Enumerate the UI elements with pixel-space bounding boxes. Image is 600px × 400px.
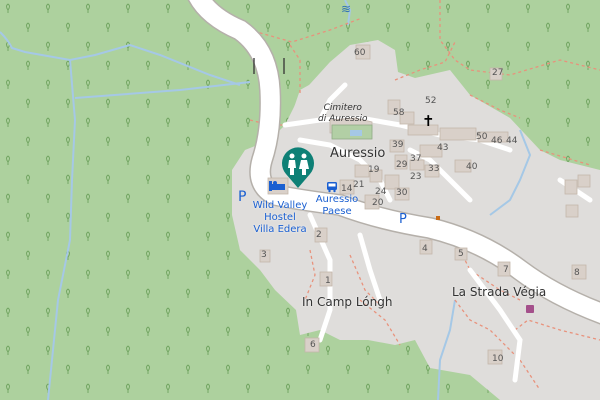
bus-stop-icon[interactable]	[326, 181, 338, 193]
house-number: 10	[492, 354, 504, 364]
hostel-label-line3: Villa Edera	[253, 224, 307, 235]
label-layer: ≋ 60 58 52 50 46 44 43 39 37 33 40 29 19…	[0, 0, 600, 400]
locality-label-strada: La Strada Végia	[452, 285, 547, 299]
parking-icon-road[interactable]: P	[399, 212, 407, 227]
map-view[interactable]: ≋ 60 58 52 50 46 44 43 39 37 33 40 29 19…	[0, 0, 600, 400]
house-number: 23	[410, 172, 422, 182]
house-number: 19	[368, 165, 380, 175]
house-number: 30	[396, 188, 408, 198]
house-number: 29	[396, 160, 408, 170]
road-marker	[436, 216, 440, 220]
hostel-label-line2: Hostel	[264, 212, 296, 223]
house-number: 7	[503, 265, 509, 275]
house-number: 39	[392, 140, 404, 150]
house-number: 58	[393, 108, 405, 118]
house-number: 1	[325, 276, 331, 286]
cemetery-label-line2: di Auressio	[318, 114, 368, 124]
house-number: 4	[422, 244, 428, 254]
house-number: 33	[428, 164, 440, 174]
house-number: 6	[310, 340, 316, 350]
house-number: 20	[372, 198, 384, 208]
hostel-label[interactable]: Wild Valley Hostel Villa Edera	[248, 200, 312, 236]
artwork-icon[interactable]	[526, 305, 534, 313]
cemetery-label: Cimitero di Auressio	[318, 103, 368, 125]
parking-icon-left[interactable]: P	[238, 189, 246, 205]
house-number: 24	[375, 187, 387, 197]
village-label: Auressio	[330, 146, 386, 161]
house-number: 46	[491, 136, 503, 146]
bus-stop-label[interactable]: Auressio Paese	[312, 194, 362, 218]
house-number: 37	[410, 154, 422, 164]
place-of-worship-icon: ✝	[422, 112, 435, 130]
waterway-icon: ≋	[340, 2, 352, 16]
house-number: 44	[506, 136, 518, 146]
locality-label-camp: In Camp Lóngh	[302, 295, 393, 309]
bus-stop-label-line1: Auressio	[315, 194, 359, 205]
hostel-label-line1: Wild Valley	[252, 200, 308, 211]
house-number: 21	[353, 180, 365, 190]
bus-stop-label-line2: Paese	[322, 206, 352, 217]
cemetery-label-line1: Cimitero	[323, 103, 362, 113]
house-number: 52	[425, 96, 437, 106]
house-number: 5	[458, 249, 464, 259]
house-number: 43	[437, 143, 449, 153]
house-number: 2	[316, 230, 322, 240]
house-number: 14	[341, 184, 353, 194]
house-number: 8	[574, 268, 580, 278]
hotel-icon[interactable]	[269, 180, 285, 192]
house-number: 40	[466, 162, 478, 172]
house-number: 3	[261, 250, 267, 260]
house-number: 50	[476, 132, 488, 142]
house-number: 27	[492, 68, 504, 78]
house-number: 60	[354, 48, 366, 58]
